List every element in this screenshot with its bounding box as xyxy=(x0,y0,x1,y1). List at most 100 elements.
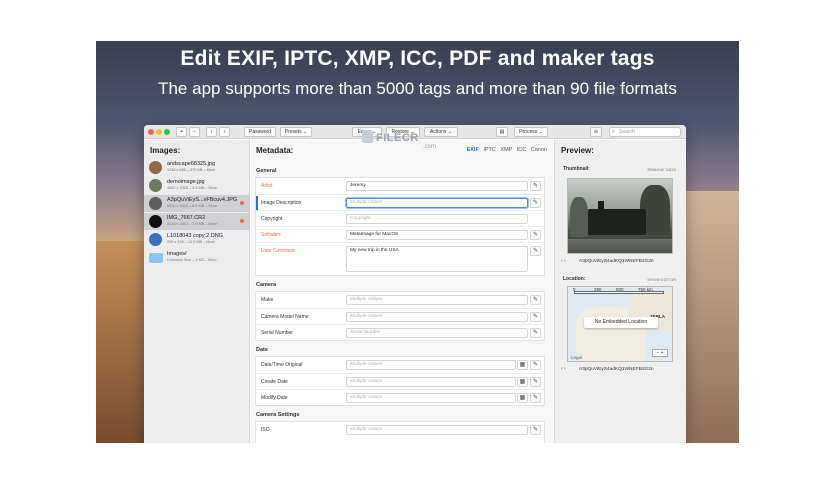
field-label: Image Description xyxy=(261,200,302,206)
calendar-icon[interactable]: ▦ xyxy=(517,360,528,370)
edit-pen-icon[interactable]: ✎ xyxy=(530,312,541,322)
edit-pen-icon[interactable]: ✎ xyxy=(530,230,541,240)
image-name: IMG_7667.CR2 xyxy=(167,215,206,221)
edit-pen-icon[interactable]: ✎ xyxy=(530,377,541,387)
field-row-create-date: Create Date Multiple Values ▦ ✎ xyxy=(256,373,544,389)
artist-field[interactable]: Jeremy xyxy=(346,181,528,191)
remove-image-button[interactable]: − xyxy=(189,127,200,137)
photo-tree xyxy=(570,197,588,237)
minimize-window-button[interactable] xyxy=(156,129,162,135)
actions-button[interactable]: Actions ⌄ xyxy=(424,127,458,137)
image-name: andscape68325.jpg xyxy=(167,161,216,167)
section-general: General xyxy=(256,168,277,174)
location-map[interactable]: 0 250 500 750 km ZERLA No Embedded Locat… xyxy=(567,286,673,362)
forward-button[interactable]: › xyxy=(219,127,230,137)
password-button[interactable]: Password xyxy=(244,127,276,137)
image-item-selected[interactable]: IMG_7667.CR2 4416 x 3312 – 7.0 MB – More xyxy=(144,213,250,230)
image-name: A3pQuViEyS...vFBcuv4.JPG xyxy=(167,197,238,203)
edit-pen-icon[interactable]: ✎ xyxy=(530,295,541,305)
scale-label: 0 xyxy=(573,287,576,292)
modified-indicator-icon xyxy=(240,201,244,205)
tab-exif[interactable]: EXIF xyxy=(467,147,479,153)
user-comment-field[interactable]: My new trip in the USA xyxy=(346,246,528,272)
close-window-button[interactable] xyxy=(148,129,154,135)
image-meta: 1238 x 688 – 370 KB – More xyxy=(167,168,216,172)
add-image-button[interactable]: + xyxy=(176,127,187,137)
map-zoom-control[interactable]: − + xyxy=(652,349,668,357)
field-row-serial-number: Serial Number Serial Number ✎ xyxy=(256,324,544,340)
image-item-selected[interactable]: A3pQuViEyS...vFBcuv4.JPG 6000 x 4000 – 8… xyxy=(144,195,250,212)
field-row-copyright: Copyright Copyright xyxy=(256,210,544,226)
preview-title: Preview: xyxy=(561,146,594,155)
edit-pen-icon[interactable]: ✎ xyxy=(530,425,541,435)
photo-ground xyxy=(568,239,672,253)
image-item[interactable]: Images/ Unknown Size – 1 KB – More xyxy=(144,249,250,266)
image-description-field[interactable]: Multiple Values xyxy=(346,198,528,208)
edit-pen-icon[interactable]: ✎ xyxy=(530,360,541,370)
location-filename: A3pQuViEyS4adKQ1WNEFB2G2n xyxy=(579,367,654,372)
thumbnail-filename: A3pQuViEyS4adKQ1WNEFB2G2n xyxy=(579,259,654,264)
modify-date-field[interactable]: Multiple Values xyxy=(346,393,516,403)
image-name: L1018043 copy 2.DNG xyxy=(167,233,223,239)
create-date-field[interactable]: Multiple Values xyxy=(346,377,516,387)
section-camera-settings: Camera Settings xyxy=(256,412,300,418)
tab-iptc[interactable]: IPTC xyxy=(483,147,496,153)
thumbnail-image xyxy=(567,178,673,254)
remove-data-link[interactable]: REMOVE DATA xyxy=(647,167,676,172)
field-label: Serial Number xyxy=(261,330,293,336)
presets-button[interactable]: Presets ⌄ xyxy=(280,127,312,137)
search-input[interactable]: ⌕ Search xyxy=(609,127,681,137)
image-meta: Unknown Size – 1 KB – More xyxy=(167,258,217,262)
software-field[interactable]: MetaImage for MacOS xyxy=(346,230,528,240)
scale-label: 500 xyxy=(616,287,624,292)
zoom-window-button[interactable] xyxy=(164,129,170,135)
image-item[interactable]: demoimage.jpg 4962 x 3328 – 3.3 MB – Mor… xyxy=(144,177,250,194)
headline: Edit EXIF, IPTC, XMP, ICC, PDF and maker… xyxy=(180,47,655,70)
folder-icon xyxy=(149,253,163,263)
metadata-title: Metadata: xyxy=(256,146,294,155)
edit-pen-icon[interactable]: ✎ xyxy=(530,181,541,191)
image-item[interactable]: L1018043 copy 2.DNG 222 x 245 – 10.9 MB … xyxy=(144,231,250,248)
calendar-icon[interactable]: ▦ xyxy=(517,377,528,387)
serial-number-field[interactable]: Serial Number xyxy=(346,328,528,338)
tab-xmp[interactable]: XMP xyxy=(500,147,512,153)
field-row-make: Make Multiple Values ✎ xyxy=(256,292,544,308)
image-thumbnail xyxy=(149,233,162,246)
field-label: ISO xyxy=(261,427,270,433)
search-icon: ⌕ xyxy=(612,129,616,135)
edit-pen-icon[interactable]: ✎ xyxy=(530,246,541,256)
scale-label: 250 xyxy=(594,287,602,292)
iso-field[interactable]: Multiple Values xyxy=(346,425,528,435)
edit-pen-icon[interactable]: ✎ xyxy=(530,393,541,403)
settings-icon[interactable]: ⊝ xyxy=(590,127,602,137)
tab-icc[interactable]: ICC xyxy=(517,147,526,153)
promo-background: Edit EXIF, IPTC, XMP, ICC, PDF and maker… xyxy=(96,41,739,443)
edit-pen-icon[interactable]: ✎ xyxy=(530,328,541,338)
date-group: Date/Time Original Multiple Values ▦ ✎ C… xyxy=(255,356,545,406)
landscape-right xyxy=(679,191,739,443)
image-name: Images/ xyxy=(167,251,187,257)
image-name: demoimage.jpg xyxy=(167,179,205,185)
calendar-icon[interactable]: ▦ xyxy=(517,393,528,403)
section-camera: Camera xyxy=(256,282,277,288)
show-editor-link[interactable]: SHOW EDITOR xyxy=(647,277,676,282)
view-toggle-icon[interactable]: ▤ xyxy=(496,127,508,137)
subline: The app supports more than 5000 tags and… xyxy=(158,79,677,98)
camera-model-field[interactable]: Multiple Values xyxy=(346,312,528,322)
process-button[interactable]: Process ⌄ xyxy=(514,127,548,137)
image-item[interactable]: andscape68325.jpg 1238 x 688 – 370 KB – … xyxy=(144,159,250,176)
datetime-original-field[interactable]: Multiple Values xyxy=(346,360,516,370)
back-button[interactable]: ‹ xyxy=(206,127,217,137)
image-meta: 4416 x 3312 – 7.0 MB – More xyxy=(167,222,218,226)
copyright-field[interactable]: Copyright xyxy=(346,214,528,224)
thumbnail-nav-arrows[interactable]: ‹ › xyxy=(561,258,566,264)
preview-panel: Preview: Thumbnail: REMOVE DATA ‹ › A3pQ… xyxy=(554,140,686,443)
tab-canon[interactable]: Canon xyxy=(531,147,547,153)
location-nav-arrows[interactable]: ‹ › xyxy=(561,366,566,372)
edit-pen-icon[interactable]: ✎ xyxy=(530,198,541,208)
field-label: Artist xyxy=(261,183,273,189)
camera-group: Make Multiple Values ✎ Camera Model Name… xyxy=(255,291,545,341)
modified-indicator-icon xyxy=(240,219,244,223)
make-field[interactable]: Multiple Values xyxy=(346,295,528,305)
field-label: Software xyxy=(261,232,281,238)
